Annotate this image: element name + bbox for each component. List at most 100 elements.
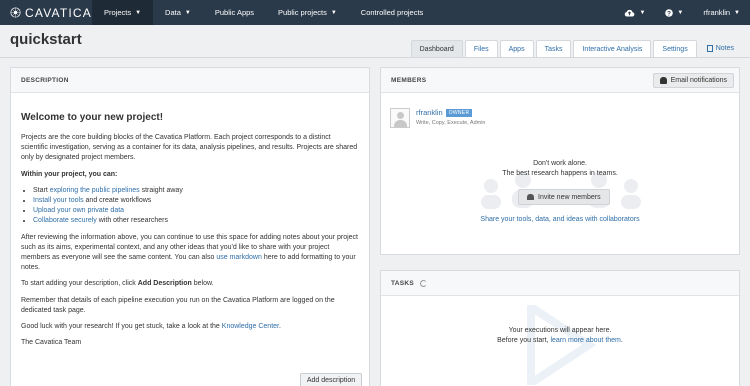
- list-item-text: and create workflows: [83, 197, 152, 205]
- description-header: DESCRIPTION: [11, 68, 369, 93]
- team-message: Don't work alone. The best research happ…: [381, 159, 739, 179]
- member-permissions: Write, Copy, Execute, Admin: [416, 120, 486, 126]
- nav-public-projects[interactable]: Public projects ▼: [266, 0, 349, 25]
- list-item: Upload your own private data: [33, 206, 359, 216]
- nav-controlled-projects-label: Controlled projects: [360, 8, 424, 17]
- help-icon: ?: [665, 8, 674, 17]
- members-panel: MEMBERS Email notifications rfranklin OWN…: [380, 67, 740, 255]
- description-panel: DESCRIPTION Welcome to your new project!…: [10, 67, 370, 386]
- caret-down-icon: ▼: [677, 9, 684, 16]
- within-label: Within your project, you can:: [21, 170, 118, 178]
- capabilities-list: Start exploring the public pipelines str…: [21, 186, 359, 227]
- tasks-message-text: Before you start,: [497, 337, 551, 344]
- nav-controlled-projects[interactable]: Controlled projects: [349, 0, 436, 25]
- list-item: Install your tools and create workflows: [33, 196, 359, 206]
- email-notifications-button[interactable]: Email notifications: [652, 73, 734, 88]
- upload-data-link[interactable]: Upload your own private data: [33, 207, 124, 214]
- caret-down-icon: ▼: [734, 9, 740, 16]
- avatar-head: [397, 112, 404, 119]
- invite-members-label: Invite new members: [538, 193, 601, 201]
- install-tools-link[interactable]: Install your tools: [33, 197, 84, 204]
- nav-public-apps-label: Public Apps: [214, 8, 255, 17]
- good-luck-text: Good luck with your research! If you get…: [21, 322, 359, 332]
- tasks-message-line: Your executions will appear here.: [508, 327, 612, 334]
- tab-interactive-analysis[interactable]: Interactive Analysis: [573, 40, 652, 57]
- cloud-upload-icon: [625, 9, 635, 16]
- caret-down-icon: ▼: [639, 9, 646, 16]
- list-item-text: straight away: [139, 186, 183, 194]
- signoff-text: The Cavatica Team: [21, 339, 82, 347]
- knowledge-center-link[interactable]: Knowledge Center: [222, 323, 279, 330]
- user-menu[interactable]: rfranklin ▼: [693, 0, 750, 25]
- member-row: rfranklin OWNER Write, Copy, Execute, Adm…: [390, 108, 486, 128]
- tasks-message-text: .: [620, 337, 623, 344]
- member-name-link[interactable]: rfranklin: [416, 108, 443, 117]
- caret-down-icon: ▼: [330, 9, 337, 16]
- intro-text: Projects are the core building blocks of…: [21, 134, 358, 162]
- collaborate-link[interactable]: Collaborate securely: [33, 217, 97, 224]
- nav-public-projects-label: Public projects: [278, 8, 327, 17]
- tab-tasks[interactable]: Tasks: [535, 40, 572, 57]
- svg-text:?: ?: [667, 10, 671, 17]
- list-item: Collaborate securely with other research…: [33, 216, 359, 226]
- paragraph-text: below.: [191, 280, 214, 288]
- bell-icon: [659, 77, 667, 84]
- owner-badge: OWNER: [445, 109, 473, 117]
- list-item-text: with other researchers: [96, 217, 169, 225]
- share-collaborators-link[interactable]: Share your tools, data, and ideas with c…: [381, 216, 739, 223]
- project-title: quickstart: [10, 31, 82, 48]
- markdown-link[interactable]: use markdown: [216, 254, 262, 261]
- nav-projects[interactable]: Projects ▼: [92, 0, 154, 25]
- tasks-empty-message: Your executions will appear here. Before…: [381, 326, 739, 346]
- learn-more-link[interactable]: learn more about them: [550, 337, 620, 344]
- tab-files[interactable]: Files: [464, 40, 498, 57]
- refresh-icon[interactable]: [420, 279, 428, 287]
- cloud-menu[interactable]: ▼: [614, 0, 655, 25]
- tab-notes-label: Notes: [715, 45, 734, 52]
- nav-public-apps[interactable]: Public Apps: [203, 0, 266, 25]
- nav-right: ▼ ? ▼ rfranklin ▼: [614, 0, 750, 25]
- paragraph-bold: Add Description: [137, 280, 192, 288]
- tasks-header: TASKS: [381, 271, 739, 296]
- add-description-button[interactable]: Add description: [300, 373, 362, 386]
- team-message-line: The best research happens in teams.: [502, 170, 618, 177]
- project-tabs: Dashboard Files Apps Tasks Interactive A…: [409, 38, 742, 57]
- member-info: rfranklin OWNER Write, Copy, Execute, Adm…: [416, 108, 486, 128]
- tasks-panel: TASKS Your executions will appear here. …: [380, 270, 740, 386]
- tab-apps[interactable]: Apps: [499, 40, 534, 57]
- tab-dashboard[interactable]: Dashboard: [410, 40, 463, 57]
- after-review-text: After reviewing the information above, y…: [21, 233, 359, 274]
- welcome-heading: Welcome to your new project!: [21, 112, 164, 123]
- caret-down-icon: ▼: [184, 9, 191, 16]
- tab-settings[interactable]: Settings: [653, 40, 697, 57]
- help-menu[interactable]: ? ▼: [655, 0, 693, 25]
- top-navbar: CAVATICA Projects ▼ Data ▼ Public Apps Pub…: [0, 0, 750, 25]
- tasks-header-label: TASKS: [391, 279, 415, 287]
- spider-logo-icon: [10, 7, 21, 18]
- header-divider: [0, 57, 750, 58]
- notes-icon: [706, 45, 713, 52]
- email-notifications-label: Email notifications: [670, 77, 727, 84]
- avatar: [390, 108, 410, 128]
- remember-text: Remember that details of each pipeline e…: [21, 296, 335, 314]
- explore-pipelines-link[interactable]: exploring the public pipelines: [50, 187, 140, 194]
- invite-members-button[interactable]: Invite new members: [518, 189, 610, 205]
- tab-notes[interactable]: Notes: [699, 40, 742, 57]
- paragraph-text: Good luck with your research! If you get…: [21, 323, 222, 331]
- brand-name: CAVATICA: [25, 5, 92, 20]
- list-item: Start exploring the public pipelines str…: [33, 186, 359, 196]
- tasks-message-line: Before you start, learn more about them.: [381, 336, 739, 346]
- description-body: Welcome to your new project! Projects ar…: [11, 93, 369, 348]
- nav-data-label: Data: [165, 8, 181, 17]
- paragraph-text: To start adding your description, click: [21, 280, 138, 288]
- nav-data[interactable]: Data ▼: [153, 0, 203, 25]
- team-message-line: Don't work alone.: [533, 160, 587, 167]
- brand-logo[interactable]: CAVATICA: [0, 0, 92, 25]
- list-item-text: Start: [33, 186, 50, 194]
- avatar-body: [394, 120, 407, 127]
- caret-down-icon: ▼: [135, 9, 142, 16]
- start-text: To start adding your description, click …: [21, 279, 359, 289]
- add-user-icon: [527, 194, 534, 200]
- user-name: rfranklin: [703, 8, 731, 17]
- nav-projects-label: Projects: [104, 8, 132, 17]
